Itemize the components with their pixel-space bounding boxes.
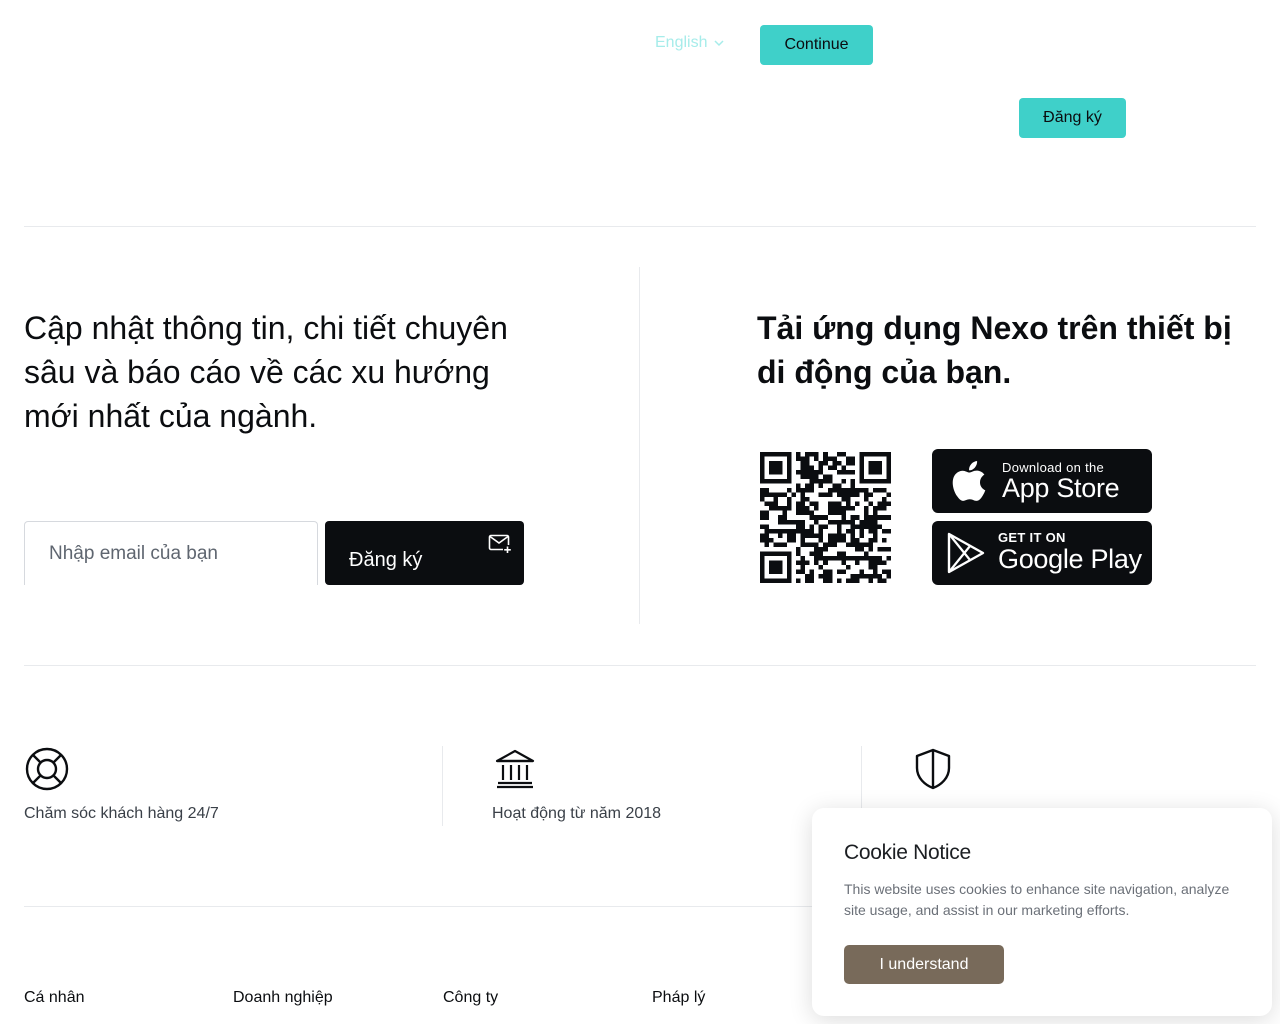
qr-code — [760, 452, 891, 583]
feature-support: Chăm sóc khách hàng 24/7 — [24, 746, 219, 822]
divider — [24, 226, 1256, 227]
bank-icon — [495, 749, 535, 789]
app-download-title: Tải ứng dụng Nexo trên thiết bị di động … — [757, 310, 1232, 390]
feature-security — [910, 746, 956, 792]
footer-link-company[interactable]: Công ty — [443, 989, 498, 1007]
email-field-wrapper — [24, 521, 318, 586]
cookie-notice: Cookie Notice This website uses cookies … — [812, 808, 1272, 1016]
feature-text: Chăm sóc khách hàng 24/7 — [24, 805, 219, 822]
language-label: English — [655, 34, 708, 51]
continue-button[interactable]: Continue — [760, 25, 873, 65]
app-store-button[interactable]: Download on the App Store — [932, 449, 1152, 513]
feature-text: Hoạt động từ năm 2018 — [492, 805, 662, 822]
signup-button[interactable]: Đăng ký — [1019, 98, 1126, 138]
footer-link-personal[interactable]: Cá nhân — [24, 989, 85, 1007]
mail-plus-icon — [488, 534, 512, 554]
subscribe-button[interactable]: Đăng ký — [325, 521, 524, 585]
language-selector[interactable]: English — [655, 34, 725, 52]
app-store-big-text: App Store — [1002, 473, 1120, 503]
email-field[interactable] — [25, 522, 317, 586]
google-play-big-text: Google Play — [998, 544, 1142, 574]
newsletter-title: Cập nhật thông tin, chi tiết chuyên sâu … — [24, 310, 508, 434]
google-play-icon — [947, 532, 985, 574]
apple-icon — [952, 461, 986, 501]
vertical-divider — [639, 267, 640, 624]
feature-divider — [442, 746, 443, 826]
subscribe-label: Đăng ký — [349, 549, 423, 571]
shield-icon — [915, 748, 951, 790]
google-play-button[interactable]: GET IT ON Google Play — [932, 521, 1152, 585]
google-play-small-text: GET IT ON — [998, 530, 1066, 545]
footer-link-legal[interactable]: Pháp lý — [652, 989, 705, 1007]
footer-link-business[interactable]: Doanh nghiệp — [233, 989, 333, 1007]
feature-since: Hoạt động từ năm 2018 — [492, 746, 661, 822]
cookie-body: This website uses cookies to enhance sit… — [844, 881, 1230, 918]
divider — [24, 665, 1256, 666]
cookie-title: Cookie Notice — [844, 841, 971, 864]
lifebuoy-icon — [25, 747, 69, 791]
cookie-accept-button[interactable]: I understand — [844, 945, 1004, 984]
chevron-down-icon — [714, 40, 725, 47]
